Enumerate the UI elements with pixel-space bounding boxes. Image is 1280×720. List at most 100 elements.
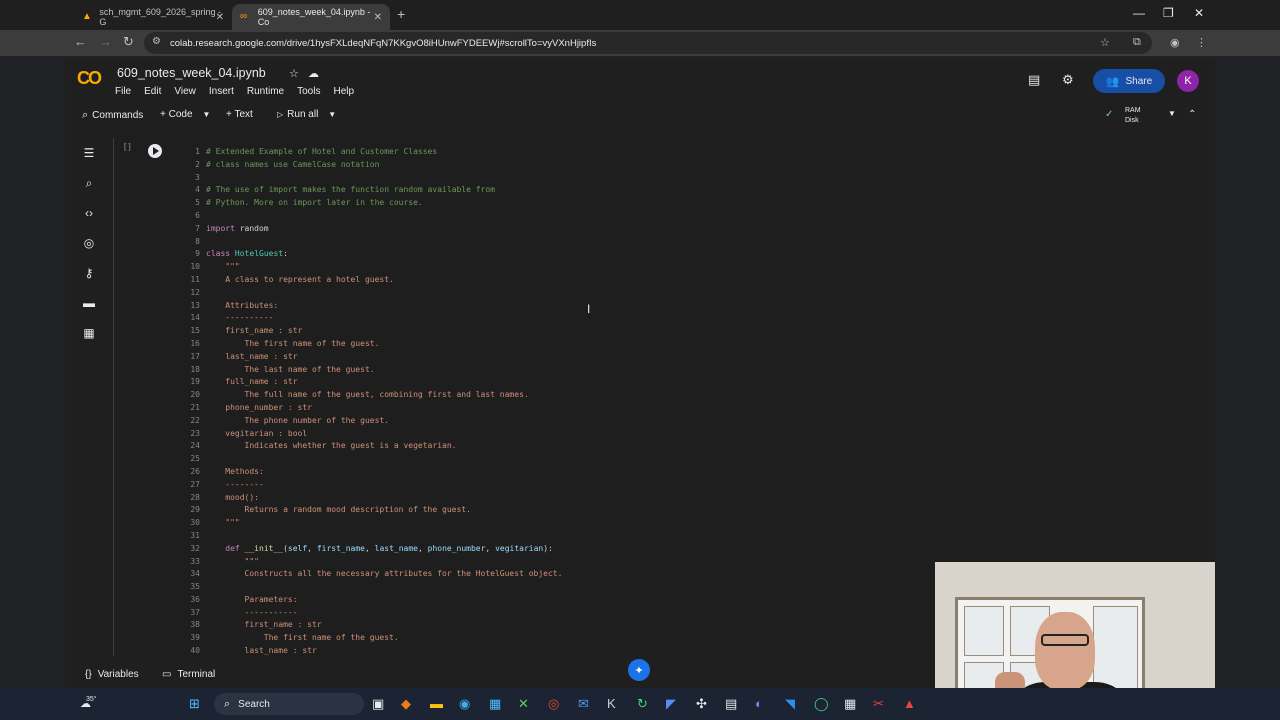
code-line[interactable]: 1 # Extended Example of Hotel and Custome… [178,146,562,159]
code-line[interactable]: 18 The last name of the guest. [178,364,562,377]
variables-eye-icon[interactable]: ◎ [82,236,96,250]
menu-runtime[interactable]: Runtime [247,86,284,97]
code-line[interactable]: 12 [178,287,562,300]
back-icon[interactable]: ← [74,34,87,49]
code-line[interactable]: 24 Indicates whether the guest is a vege… [178,440,562,453]
menu-insert[interactable]: Insert [209,86,234,97]
code-line[interactable]: 22 The phone number of the guest. [178,415,562,428]
notebook-title[interactable]: 609_notes_week_04.ipynb [117,66,266,80]
new-tab-icon[interactable]: + [397,6,405,22]
code-editor[interactable]: 1 # Extended Example of Hotel and Custome… [178,146,562,656]
find-icon[interactable]: ⌕ [82,176,96,190]
code-line[interactable]: 27 -------- [178,479,562,492]
close-window-icon[interactable]: ✕ [1194,6,1204,20]
gemini-button[interactable]: ✦ [628,659,650,681]
profile-icon[interactable]: ◉ [1170,36,1180,49]
secrets-key-icon[interactable]: ⚷ [82,266,96,280]
code-line[interactable]: 3 [178,172,562,185]
tool-icon[interactable]: ✣ [696,696,707,712]
code-line[interactable]: 20 The full name of the guest, combining… [178,389,562,402]
file-explorer-icon[interactable]: ▬ [430,696,443,712]
code-line[interactable]: 15 first_name : str [178,325,562,338]
share-button[interactable]: 👥 Share [1093,69,1165,93]
app-icon-k[interactable]: K [607,696,616,712]
code-line[interactable]: 35 [178,581,562,594]
code-line[interactable]: 36 Parameters: [178,594,562,607]
refresh-app-icon[interactable]: ↻ [637,696,648,712]
code-line[interactable]: 10 """ [178,261,562,274]
minimize-icon[interactable]: — [1133,6,1145,20]
star-icon[interactable]: ☆ [289,67,299,80]
remote-icon[interactable]: ◤ [666,696,676,712]
close-tab-icon[interactable]: ✕ [216,12,224,23]
files-folder-icon[interactable]: ▬ [82,296,96,310]
bookmark-star-icon[interactable]: ☆ [1100,36,1110,49]
runtime-chevron-icon[interactable]: ▼ [1168,109,1176,118]
vscode-icon[interactable]: ◥ [785,696,795,712]
code-line[interactable]: 16 The first name of the guest. [178,338,562,351]
task-view-icon[interactable]: ▣ [372,696,384,712]
data-table-icon[interactable]: ▦ [82,326,96,340]
code-line[interactable]: 28 mood(): [178,492,562,505]
variables-button[interactable]: {} Variables [85,669,139,680]
code-line[interactable]: 5 # Python. More on import later in the c… [178,197,562,210]
code-line[interactable]: 25 [178,453,562,466]
code-line[interactable]: 40 last_name : str [178,645,562,656]
chevron-down-icon[interactable]: ▼ [328,110,336,119]
code-line[interactable]: 9 class HotelGuest: [178,248,562,261]
code-line[interactable]: 30 """ [178,517,562,530]
avatar[interactable]: K [1177,70,1199,92]
code-line[interactable]: 2 # class names use CamelCase notation [178,159,562,172]
docs-icon[interactable]: ▤ [725,696,737,712]
code-line[interactable]: 4 # The use of import makes the function … [178,184,562,197]
edge-icon[interactable]: ◉ [459,696,470,712]
outlook-icon[interactable]: ✉ [578,696,589,712]
code-line[interactable]: 14 ---------- [178,312,562,325]
tab-sch-mgmt[interactable]: ▲ sch_mgmt_609_2026_spring - G ✕ [74,4,232,30]
chevron-down-icon[interactable]: ▼ [203,110,211,119]
code-line[interactable]: 7 import random [178,223,562,236]
code-line[interactable]: 26 Methods: [178,466,562,479]
table-of-contents-icon[interactable]: ☰ [82,146,96,160]
menu-help[interactable]: Help [333,86,354,97]
code-line[interactable]: 32 def __init__(self, first_name, last_n… [178,543,562,556]
code-line[interactable]: 37 ----------- [178,607,562,620]
tab-colab-notebook[interactable]: ∞ 609_notes_week_04.ipynb - Co ✕ [232,4,390,30]
copilot-icon[interactable]: ◆ [401,696,411,712]
forward-icon[interactable]: → [99,34,112,49]
code-line[interactable]: 39 The first name of the guest. [178,632,562,645]
menu-file[interactable]: File [115,86,131,97]
code-line[interactable]: 38 first_name : str [178,619,562,632]
code-line[interactable]: 17 last_name : str [178,351,562,364]
acrobat-icon[interactable]: ▲ [903,696,916,712]
calculator-icon[interactable]: ▦ [844,696,856,712]
code-line[interactable]: 11 A class to represent a hotel guest. [178,274,562,287]
run-cell-button[interactable] [148,144,162,158]
code-line[interactable]: 31 [178,530,562,543]
chrome-icon[interactable]: ◎ [548,696,559,712]
close-tab-icon[interactable]: ✕ [374,12,382,23]
code-line[interactable]: 21 phone_number : str [178,402,562,415]
collapse-icon[interactable]: ⌃ [1188,109,1196,120]
menu-tools[interactable]: Tools [297,86,320,97]
restore-icon[interactable]: ❐ [1163,6,1174,20]
run-all-button[interactable]: ▷ Run all ▼ [277,109,336,120]
site-info-icon[interactable]: ⚙ [152,36,161,47]
cloud-icon[interactable]: ☁ [308,67,319,80]
extension-icon[interactable]: ⧉ [1133,36,1141,49]
add-code-button[interactable]: + Code ▼ [160,109,210,120]
menu-edit[interactable]: Edit [144,86,161,97]
code-line[interactable]: 8 [178,236,562,249]
snipping-icon[interactable]: ✂ [873,696,884,712]
browser-menu-icon[interactable]: ⋮ [1196,36,1207,49]
code-snippets-icon[interactable]: ‹› [82,206,96,220]
xbox-icon[interactable]: ✕ [518,696,529,712]
code-line[interactable]: 33 """ [178,556,562,569]
settings-gear-icon[interactable]: ⚙ [1062,72,1074,88]
taskbar-search[interactable]: ⌕ Search [214,693,364,715]
reload-icon[interactable]: ↻ [123,34,134,50]
terminal-button[interactable]: ▭ Terminal [162,669,215,680]
code-line[interactable]: 29 Returns a random mood description of … [178,504,562,517]
add-text-button[interactable]: + Text [226,109,253,120]
code-line[interactable]: 34 Constructs all the necessary attribut… [178,568,562,581]
